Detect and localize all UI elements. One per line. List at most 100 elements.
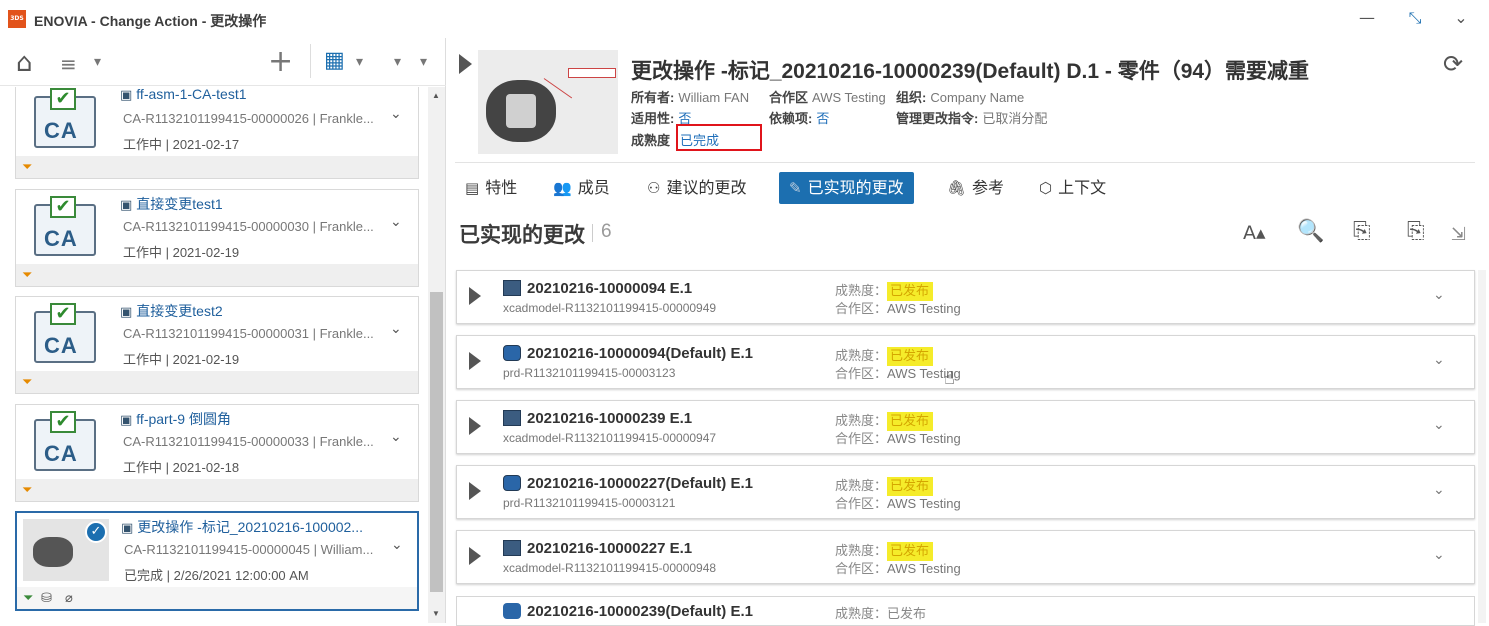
tab-members[interactable]: 👥 成员 [553, 172, 610, 204]
tab-properties[interactable]: ▤ 特性 [465, 172, 517, 204]
grid-view-icon[interactable]: ▦ [324, 48, 345, 73]
chevron-down-icon[interactable]: ⌄ [1433, 482, 1445, 498]
list-item-title[interactable]: ▣ 直接变更test1 [120, 194, 223, 214]
list-item-title-text[interactable]: ff-asm-1-CA-test1 [136, 87, 246, 102]
chevron-down-icon[interactable]: ⌄ [1450, 8, 1472, 27]
list-scrollbar[interactable]: ▲ ▼ [428, 87, 445, 623]
list-item[interactable]: ✔ CA ▣ ff-asm-1-CA-test1 CA-R1132101199415… [15, 87, 419, 179]
row-title[interactable]: 20210216-10000239 E.1 [527, 410, 692, 427]
chevron-down-icon[interactable]: ⌄ [1433, 417, 1445, 433]
properties-icon: ▤ [465, 179, 480, 197]
list-item-title[interactable]: ▣ 直接变更test2 [120, 301, 223, 321]
chevron-down-icon[interactable]: ⌄ [1433, 547, 1445, 563]
realized-change-row[interactable]: 20210216-10000227(Default) E.1 prd-R1132… [456, 465, 1475, 519]
more-icon[interactable]: ▾ [420, 54, 427, 70]
collapse-icon[interactable]: ⤡ [1404, 8, 1426, 28]
realized-change-row[interactable]: 20210216-10000094 E.1 xcadmodel-R1132101… [456, 270, 1475, 324]
scroll-thumb[interactable] [430, 292, 443, 592]
list-item-title[interactable]: ▣ 更改操作 -标记_20210216-100002... [121, 517, 363, 537]
collab-label: 合作区 [769, 90, 809, 105]
list-item-selected[interactable]: ✓ ▣ 更改操作 -标记_20210216-100002... CA-R11321… [15, 511, 419, 611]
change-action-icon: ▣ [120, 413, 133, 428]
chevron-down-icon[interactable]: ⌄ [1433, 287, 1445, 303]
list-item[interactable]: ✔ CA ▣ ff-part-9 倒圆角 CA-R1132101199415-000… [15, 404, 419, 502]
expand-header-icon[interactable] [459, 54, 472, 74]
scroll-up-icon[interactable]: ▲ [432, 91, 440, 100]
list-item-title-text[interactable]: 直接变更test2 [136, 303, 222, 319]
maturity-icon: ⏷ [23, 591, 34, 606]
expand-row-icon[interactable] [469, 417, 481, 435]
list-item-title[interactable]: ▣ ff-part-9 倒圆角 [120, 409, 231, 429]
list-toolbar: ⌂ ≡ ▾ + ▦ ▾ ▾ ▾ [0, 38, 446, 86]
add-icon[interactable]: + [268, 44, 293, 79]
row-title[interactable]: 20210216-10000094(Default) E.1 [527, 345, 753, 362]
list-item-subtitle: CA-R1132101199415-00000033 | Frankle... [123, 434, 374, 449]
tab-references[interactable]: 🖇 参考 [947, 172, 1004, 204]
tab-label: 特性 [485, 180, 518, 197]
home-icon[interactable]: ⌂ [16, 48, 33, 78]
expand-row-icon[interactable] [469, 287, 481, 305]
detail-scrollbar[interactable] [1478, 270, 1486, 623]
font-size-icon[interactable]: A▴ [1243, 222, 1266, 244]
filter-icon[interactable]: ≡ [60, 52, 77, 76]
chevron-down-icon[interactable]: ⌄ [390, 429, 402, 445]
maturity-label: 成熟度： [835, 348, 888, 363]
scroll-down-icon[interactable]: ▼ [432, 609, 440, 618]
chevron-down-icon[interactable]: ⌄ [391, 537, 403, 553]
collab-label: 合作区： [835, 496, 888, 511]
minimize-icon[interactable]: — [1356, 8, 1378, 27]
product-icon [503, 345, 521, 361]
list-item-footer: ⏷ [16, 479, 418, 501]
maturity-icon: ⏷ [22, 268, 33, 283]
list-item-title-text[interactable]: ff-part-9 倒圆角 [136, 411, 231, 427]
tab-proposed-changes[interactable]: ⚇ 建议的更改 [647, 172, 746, 204]
collab-value: AWS Testing [887, 496, 961, 511]
filter-dropdown-icon[interactable]: ▾ [94, 54, 101, 70]
list-item[interactable]: ✔ CA ▣ 直接变更test1 CA-R1132101199415-0000003… [15, 189, 419, 287]
refresh-icon[interactable]: ⟳ [1443, 50, 1463, 78]
row-title[interactable]: 20210216-10000227 E.1 [527, 540, 692, 557]
change-action-icon: ▣ [120, 305, 133, 320]
chevron-down-icon[interactable]: ⌄ [390, 214, 402, 230]
select-mode-icon[interactable]: ⇲ [1451, 224, 1466, 245]
tab-realized-changes[interactable]: ✎ 已实现的更改 [779, 172, 914, 204]
applicability-label: 适用性: [631, 111, 675, 126]
section-count: 6 [601, 221, 612, 242]
search-icon[interactable]: 🔍 [1297, 219, 1324, 244]
realized-change-row[interactable]: 20210216-10000094(Default) E.1 prd-R1132… [456, 335, 1475, 389]
realized-change-row[interactable]: 20210216-10000239 E.1 xcadmodel-R1132101… [456, 400, 1475, 454]
row-title[interactable]: 20210216-10000227(Default) E.1 [527, 475, 753, 492]
expand-row-icon[interactable] [469, 352, 481, 370]
chevron-down-icon[interactable]: ⌄ [1433, 352, 1445, 368]
cad-model-icon [503, 280, 521, 296]
maturity-icon: ⏷ [22, 160, 33, 175]
realized-change-row[interactable]: 20210216-10000227 E.1 xcadmodel-R1132101… [456, 530, 1475, 584]
expand-row-icon[interactable] [469, 547, 481, 565]
row-id: xcadmodel-R1132101199415-00000947 [503, 431, 717, 445]
chevron-down-icon[interactable]: ⌄ [390, 106, 402, 122]
row-maturity: 成熟度：已发布 [835, 410, 934, 431]
governing-field: 管理更改指令: 已取消分配 [896, 108, 1047, 127]
sort-icon[interactable]: ▾ [394, 54, 401, 70]
row-id: prd-R1132101199415-00003123 [503, 366, 676, 380]
list-item-title-text[interactable]: 直接变更test1 [136, 196, 222, 212]
dependency-link[interactable]: 否 [816, 111, 829, 126]
product-icon [503, 475, 521, 491]
maturity-label: 成熟度 [631, 133, 671, 148]
list-item-title-text[interactable]: 更改操作 -标记_20210216-100002... [137, 519, 363, 535]
list-item-status: 工作中 | 2021-02-18 [123, 460, 240, 475]
row-title[interactable]: 20210216-10000239(Default) E.1 [527, 603, 753, 620]
list-item-subtitle: CA-R1132101199415-00000045 | William... [124, 542, 374, 557]
unassign-icon[interactable]: ⎘ [1407, 219, 1425, 244]
row-title[interactable]: 20210216-10000094 E.1 [527, 280, 692, 297]
assign-icon[interactable]: ⎘ [1353, 219, 1371, 244]
view-dropdown-icon[interactable]: ▾ [356, 54, 363, 70]
list-item[interactable]: ✔ CA ▣ 直接变更test2 CA-R1132101199415-0000003… [15, 296, 419, 394]
list-item-title[interactable]: ▣ ff-asm-1-CA-test1 [120, 87, 247, 103]
realized-change-row[interactable]: 20210216-10000239(Default) E.1 成熟度：已发布 [456, 596, 1475, 626]
expand-row-icon[interactable] [469, 482, 481, 500]
list-item-status: 已完成 | 2/26/2021 12:00:00 AM [124, 568, 309, 583]
ca-document-icon: ✔ CA [34, 411, 96, 471]
chevron-down-icon[interactable]: ⌄ [390, 321, 402, 337]
tab-context[interactable]: ⬡ 上下文 [1039, 172, 1106, 204]
